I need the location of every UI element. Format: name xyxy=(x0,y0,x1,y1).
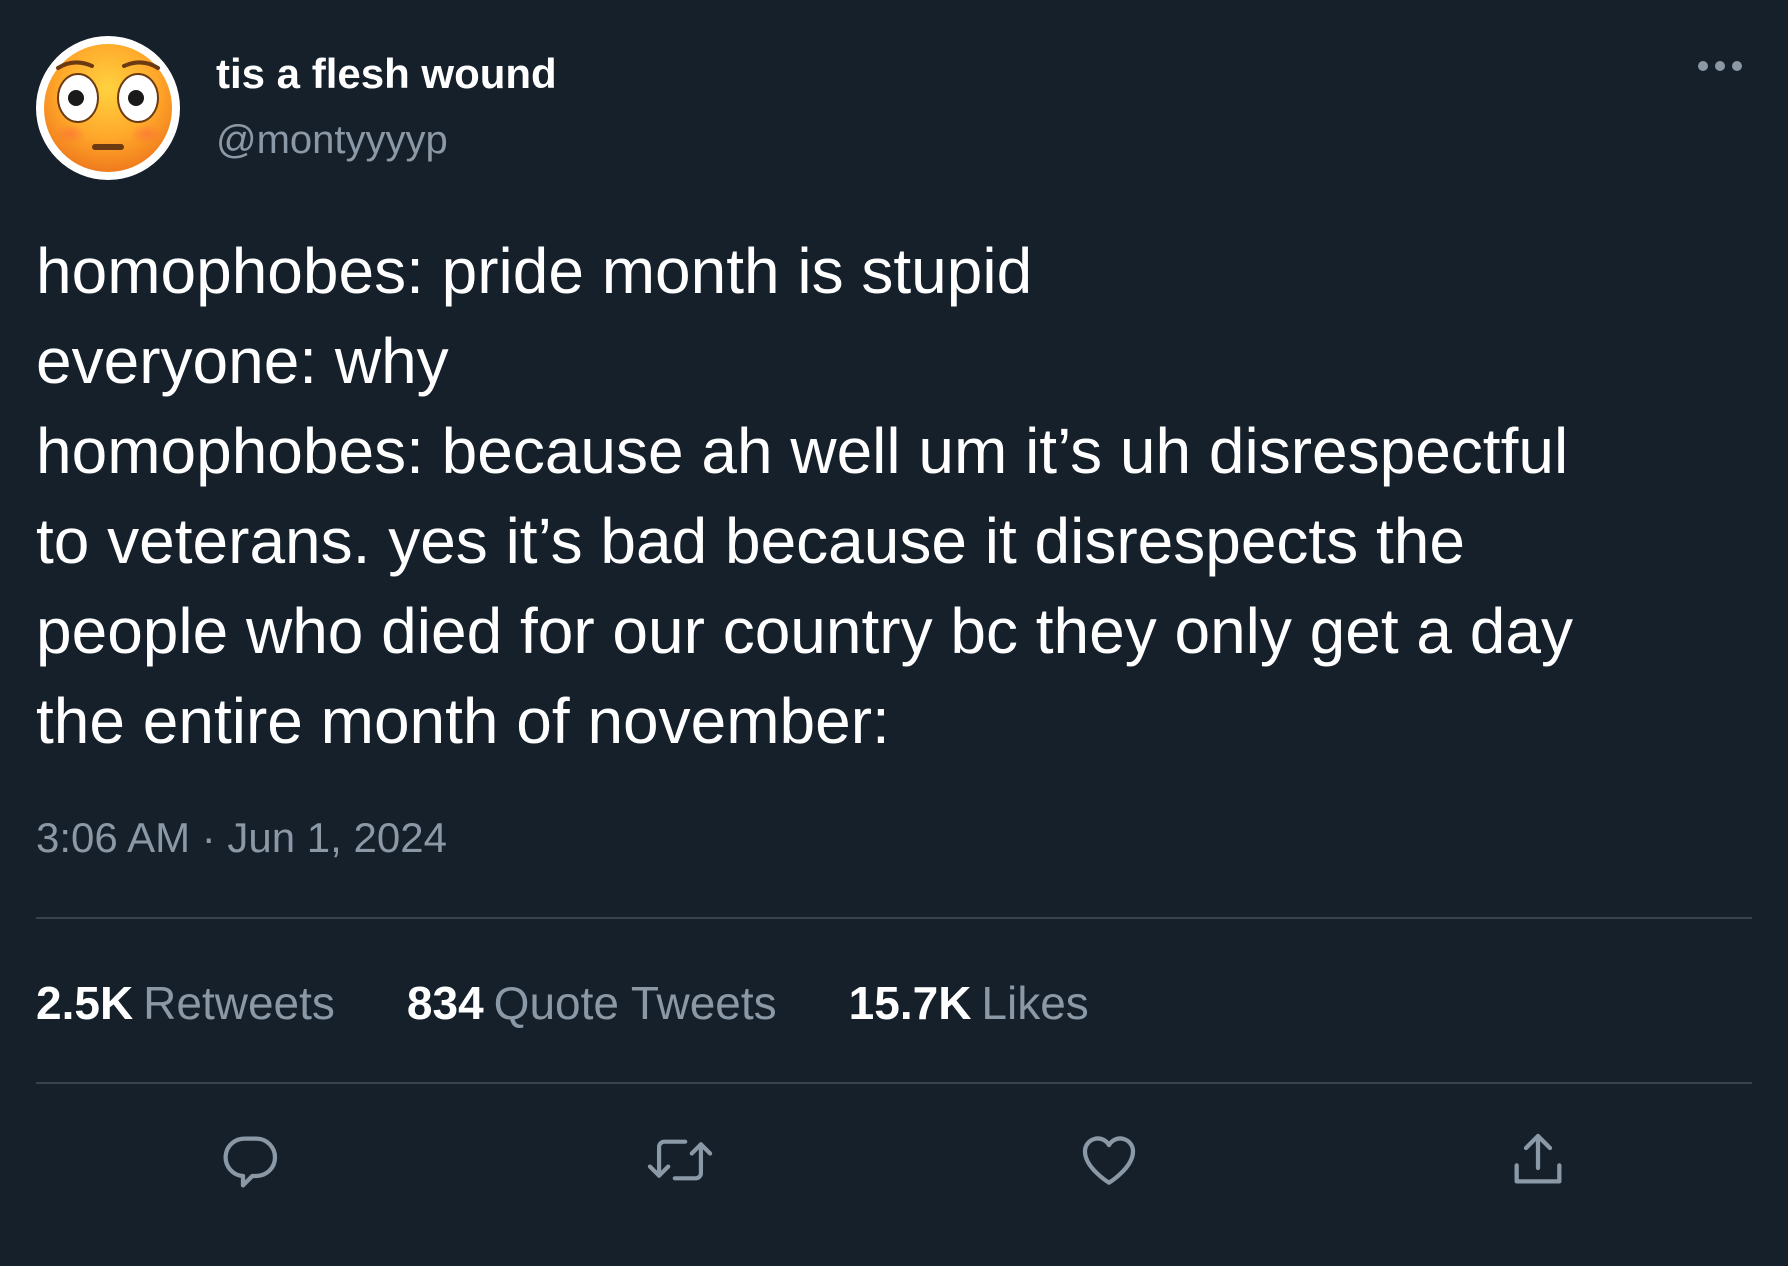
action-bar xyxy=(0,1120,1788,1200)
retweets-stat[interactable]: 2.5K Retweets xyxy=(36,976,335,1030)
retweets-label: Retweets xyxy=(143,977,335,1029)
tweet-line: homophobes: pride month is stupid xyxy=(36,235,1033,307)
retweet-icon xyxy=(647,1139,713,1181)
flushed-face-icon xyxy=(44,44,172,172)
retweets-count: 2.5K xyxy=(36,977,134,1029)
tweet-line: homophobes: because ah well um it’s uh d… xyxy=(36,415,1569,487)
tweet-text: homophobes: pride month is stupid everyo… xyxy=(36,226,1752,766)
likes-stat[interactable]: 15.7K Likes xyxy=(849,976,1089,1030)
user-handle[interactable]: @montyyyyp xyxy=(216,118,448,163)
more-icon xyxy=(1698,61,1742,71)
share-button[interactable] xyxy=(1498,1120,1578,1200)
like-button[interactable] xyxy=(1069,1120,1149,1200)
tweet-card: tis a flesh wound @montyyyyp homophobes:… xyxy=(0,0,1788,1266)
divider xyxy=(36,1082,1752,1084)
display-name[interactable]: tis a flesh wound xyxy=(216,50,557,98)
retweet-button[interactable] xyxy=(640,1120,720,1200)
tweet-line: people who died for our country bc they … xyxy=(36,595,1573,667)
reply-button[interactable] xyxy=(211,1120,291,1200)
share-icon xyxy=(1514,1133,1562,1184)
reply-icon xyxy=(223,1136,278,1188)
engagement-stats: 2.5K Retweets 834 Quote Tweets 15.7K Likes xyxy=(36,976,1089,1030)
tweet-line: the entire month of november: xyxy=(36,685,890,757)
more-options-button[interactable] xyxy=(1690,48,1750,84)
quote-tweets-count: 834 xyxy=(406,977,484,1029)
quote-tweets-label: Quote Tweets xyxy=(493,977,777,1029)
divider xyxy=(36,917,1752,919)
quote-tweets-stat[interactable]: 834 Quote Tweets xyxy=(407,976,777,1030)
tweet-line: to veterans. yes it’s bad because it dis… xyxy=(36,505,1465,577)
likes-count: 15.7K xyxy=(848,977,972,1029)
heart-icon xyxy=(1082,1136,1136,1185)
tweet-line: everyone: why xyxy=(36,325,449,397)
tweet-timestamp[interactable]: 3:06 AM · Jun 1, 2024 xyxy=(36,814,447,862)
likes-label: Likes xyxy=(981,977,1089,1029)
avatar[interactable] xyxy=(36,36,180,180)
